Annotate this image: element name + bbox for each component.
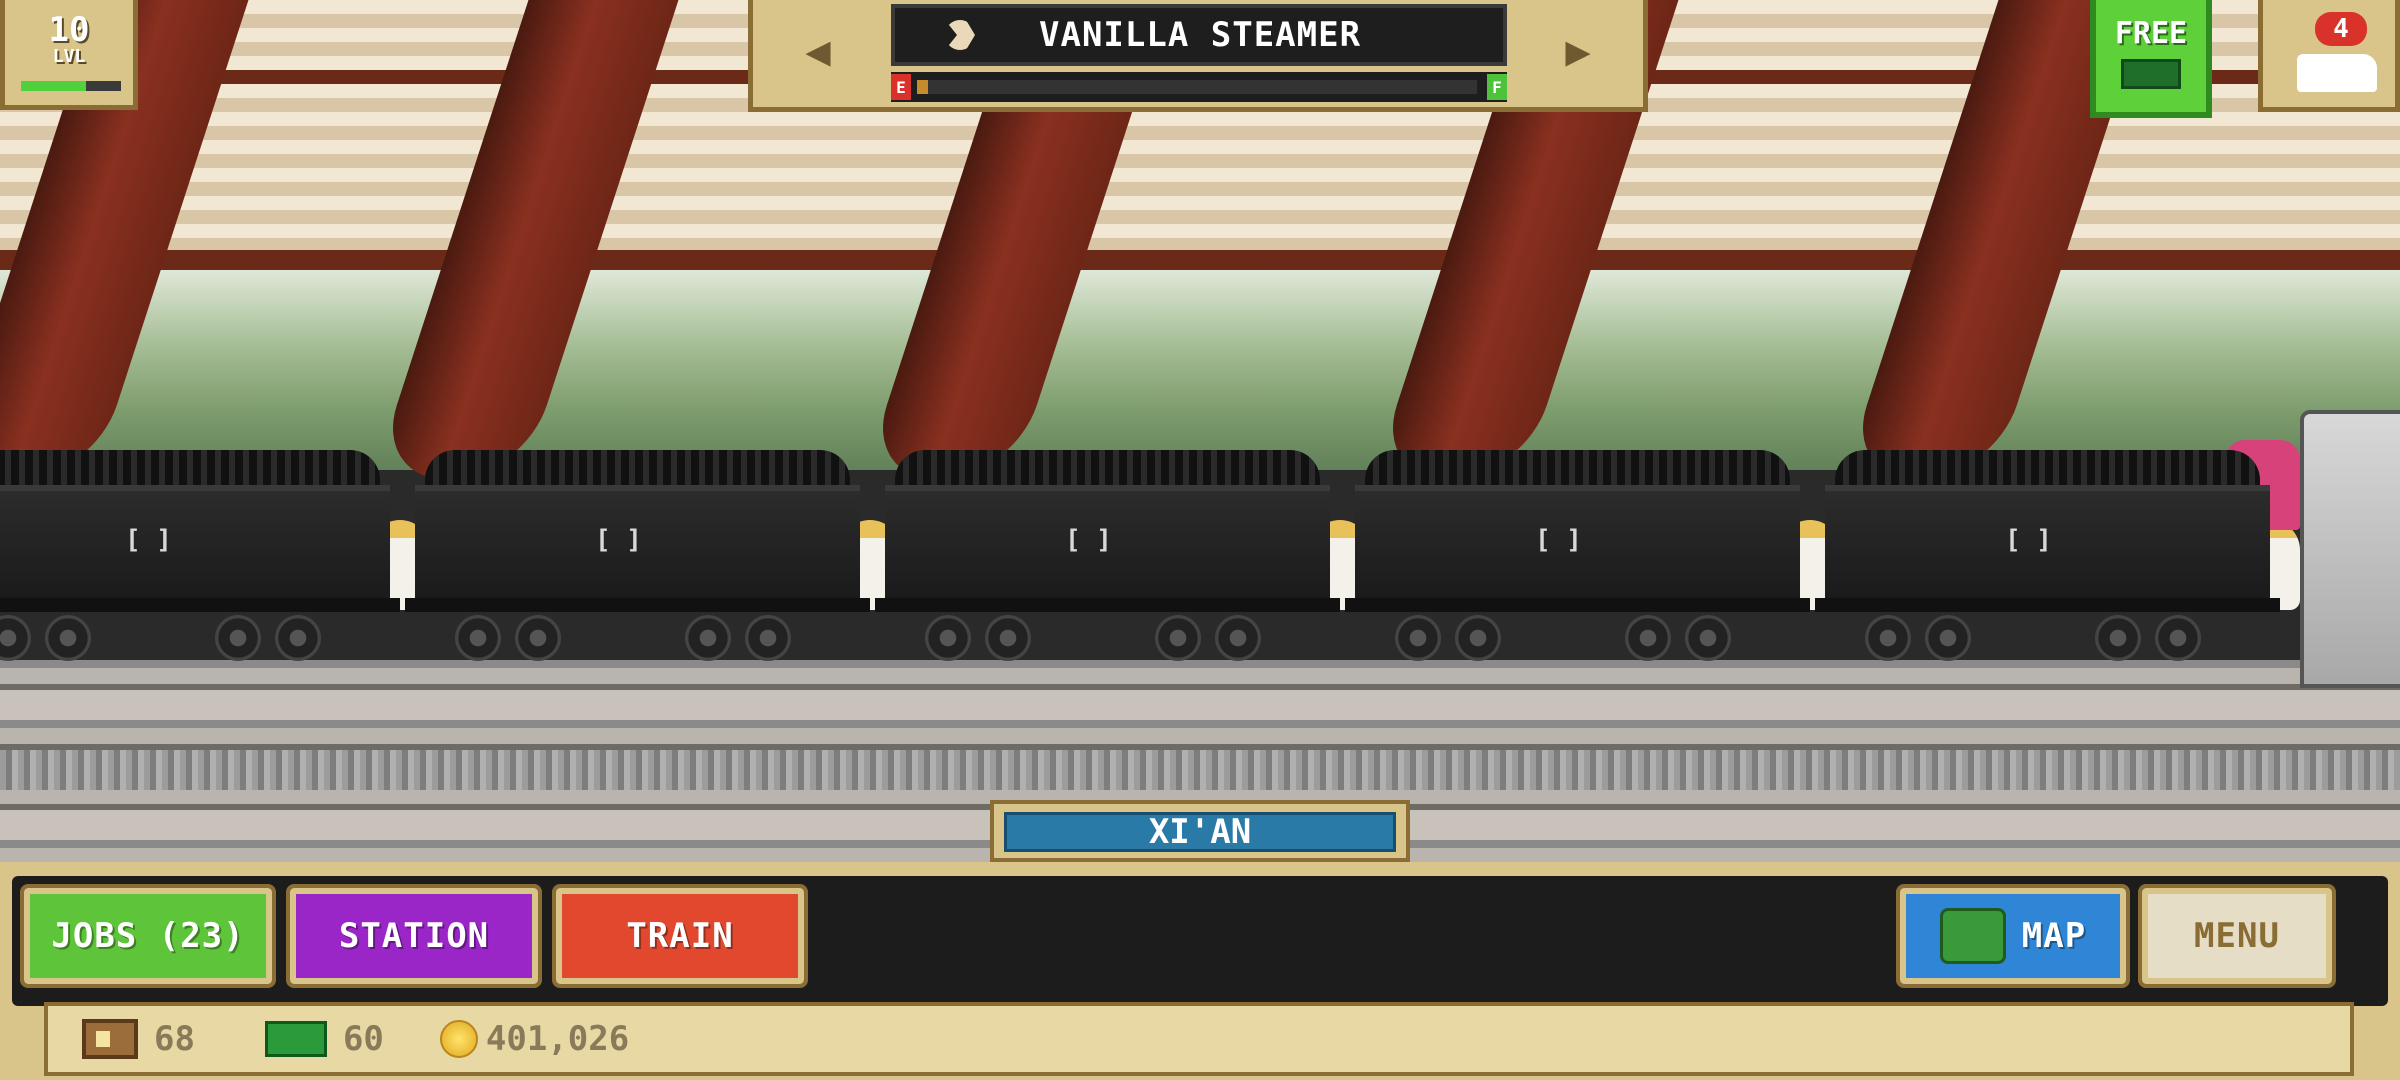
locomotive[interactable]: [2300, 410, 2400, 688]
fuel-gauge: E F: [891, 72, 1507, 102]
next-train-button[interactable]: ▶: [1513, 0, 1643, 100]
coal-car[interactable]: [ ]: [1815, 450, 2280, 680]
map-label: MAP: [2021, 916, 2087, 956]
fuel-level-fill: [917, 80, 929, 94]
cash-icon: [264, 1021, 327, 1057]
right-arrow-icon: ▶: [1565, 25, 1591, 75]
cash-icon: [2121, 59, 2181, 89]
jobs-button[interactable]: JOBS (23): [20, 884, 276, 988]
coal-car[interactable]: [ ]: [1345, 450, 1810, 680]
ticket-count-badge: 4: [2315, 12, 2367, 46]
coal-car[interactable]: [ ]: [0, 450, 400, 680]
steam-train-icon: [945, 20, 975, 50]
station-name: XI'AN: [1004, 812, 1396, 852]
level-label: LVL: [52, 46, 86, 67]
free-label: FREE: [2114, 16, 2188, 51]
train-name-panel: VANILLA STEAMER: [891, 4, 1507, 66]
map-icon: [1939, 908, 2006, 964]
train-tickets-button[interactable]: 4: [2258, 0, 2400, 112]
coal-car[interactable]: [ ]: [405, 450, 870, 680]
coin-stat: 401,026: [414, 1019, 629, 1059]
xp-progress-bar: [21, 81, 121, 91]
free-cash-button[interactable]: FREE: [2090, 0, 2212, 118]
xp-progress-fill: [21, 81, 86, 91]
train-selector: ◀ VANILLA STEAMER E F ▶: [748, 0, 1648, 112]
fuel-empty-label: E: [891, 74, 911, 100]
cash-stat: 60: [264, 1019, 384, 1059]
ticket-icon: [82, 1019, 138, 1059]
fuel-track: [917, 80, 1477, 94]
gravel-bed: [0, 750, 2400, 790]
menu-button[interactable]: MENU: [2138, 884, 2336, 988]
station-sign: XI'AN: [990, 800, 1410, 862]
map-button[interactable]: MAP: [1896, 884, 2130, 988]
level-badge[interactable]: 10 LVL: [0, 0, 138, 110]
train-button[interactable]: TRAIN: [552, 884, 808, 988]
cash-count: 60: [342, 1019, 384, 1059]
ticket-count: 68: [154, 1019, 195, 1059]
locomotive-icon: [2297, 54, 2377, 92]
left-arrow-icon: ◀: [805, 25, 831, 75]
currency-bar: 68 60 401,026: [44, 1002, 2354, 1076]
station-button[interactable]: STATION: [286, 884, 542, 988]
fuel-full-label: F: [1487, 74, 1507, 100]
coal-car[interactable]: [ ]: [875, 450, 1340, 680]
coin-count: 401,026: [485, 1019, 630, 1059]
previous-train-button[interactable]: ◀: [753, 0, 883, 100]
coin-icon: [439, 1020, 478, 1058]
ticket-stat: 68: [82, 1019, 195, 1059]
train-name: VANILLA STEAMER: [1039, 15, 1362, 55]
level-number: 10: [48, 10, 90, 50]
